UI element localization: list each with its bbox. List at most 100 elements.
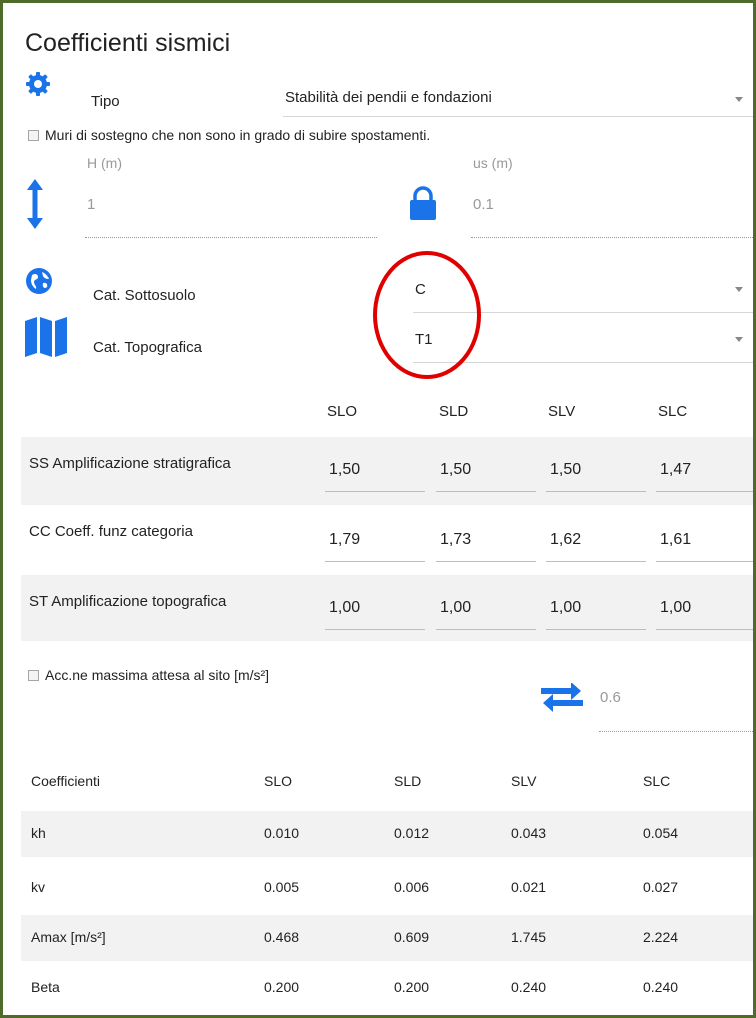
ss-slo-input[interactable]: 1,50 <box>325 455 425 492</box>
table-cell: 0.027 <box>643 879 679 895</box>
globe-icon <box>25 267 53 295</box>
acc-underline <box>599 731 753 732</box>
table-cell: 1.745 <box>511 929 547 945</box>
table-cell: 0.468 <box>264 929 300 945</box>
grid-row-label: CC Coeff. funz categoria <box>29 523 193 540</box>
acc-checkbox-label: Acc.ne massima attesa al sito [m/s²] <box>45 667 270 683</box>
grid-row-label: SS Amplificazione stratigrafica <box>29 455 231 472</box>
coeff-header: SLV <box>511 773 537 789</box>
cell-value: 1,47 <box>660 461 692 478</box>
cc-slo-input[interactable]: 1,79 <box>325 525 425 562</box>
acc-checkbox[interactable] <box>28 670 39 681</box>
table-row: kv 0.005 0.006 0.021 0.027 <box>21 857 753 903</box>
grid-header-slv: SLV <box>548 403 576 420</box>
cell-underline <box>656 629 753 630</box>
table-cell: 0.021 <box>511 879 547 895</box>
cell-value: 1,00 <box>440 599 472 616</box>
topografica-label: Cat. Topografica <box>93 339 202 356</box>
cell-value: 1,00 <box>550 599 582 616</box>
coeff-header: SLD <box>394 773 422 789</box>
grid-header-slo: SLO <box>327 403 358 420</box>
vertical-arrows-icon <box>27 179 43 229</box>
ss-slc-input[interactable]: 1,47 <box>656 455 753 492</box>
cell-underline <box>546 629 646 630</box>
table-row: Beta 0.200 0.200 0.240 0.240 <box>21 961 753 1011</box>
h-input[interactable]: 1 <box>85 183 377 239</box>
sottosuolo-label: Cat. Sottosuolo <box>93 287 196 304</box>
cc-slc-input[interactable]: 1,61 <box>656 525 753 562</box>
st-slo-input[interactable]: 1,00 <box>325 593 425 630</box>
us-label: us (m) <box>473 155 513 171</box>
cell-underline <box>436 491 536 492</box>
cell-underline <box>325 561 425 562</box>
chevron-down-icon <box>735 337 743 342</box>
us-value: 0.1 <box>473 196 494 213</box>
gear-icon <box>25 71 51 97</box>
chevron-down-icon <box>735 97 743 102</box>
acc-checkbox-row[interactable]: Acc.ne massima attesa al sito [m/s²] <box>25 667 345 685</box>
us-underline <box>471 237 753 238</box>
coeff-header: Coefficienti <box>31 773 101 789</box>
cell-value: 1,61 <box>660 531 692 548</box>
table-row: Amax [m/s²] 0.468 0.609 1.745 2.224 <box>21 915 753 961</box>
chevron-down-icon <box>735 287 743 292</box>
cell-value: 1,50 <box>329 461 361 478</box>
table-cell: 0.240 <box>643 979 679 995</box>
h-value: 1 <box>87 196 96 213</box>
st-slv-input[interactable]: 1,00 <box>546 593 646 630</box>
muri-checkbox-row[interactable]: Muri di sostegno che non sono in grado d… <box>25 127 645 145</box>
cell-underline <box>325 491 425 492</box>
cell-value: 1,00 <box>660 599 692 616</box>
swap-arrows-icon <box>541 683 583 713</box>
table-cell: kh <box>31 825 46 841</box>
coeff-header: SLC <box>643 773 671 789</box>
table-cell: Amax [m/s²] <box>31 929 106 945</box>
cell-value: 1,50 <box>550 461 582 478</box>
table-cell: 0.200 <box>264 979 300 995</box>
ss-slv-input[interactable]: 1,50 <box>546 455 646 492</box>
table-cell: kv <box>31 879 45 895</box>
cell-value: 1,00 <box>329 599 361 616</box>
table-cell: Beta <box>31 979 60 995</box>
table-cell: 0.200 <box>394 979 430 995</box>
cell-underline <box>656 491 753 492</box>
table-cell: 0.010 <box>264 825 300 841</box>
h-label: H (m) <box>87 155 122 171</box>
cell-underline <box>546 491 646 492</box>
acc-input[interactable]: 0.6 <box>599 679 753 733</box>
highlight-circle <box>371 249 483 381</box>
table-cell: 0.005 <box>264 879 300 895</box>
page-title: Coefficienti sismici <box>25 29 231 57</box>
tipo-value: Stabilità dei pendii e fondazioni <box>285 89 492 106</box>
cell-underline <box>436 561 536 562</box>
table-cell: 0.609 <box>394 929 430 945</box>
grid-header-sld: SLD <box>439 403 469 420</box>
coefficienti-sismici-panel: Coefficienti sismici Tipo Stabilità dei … <box>0 0 756 1018</box>
tipo-select[interactable]: Stabilità dei pendii e fondazioni <box>283 77 753 117</box>
muri-checkbox[interactable] <box>28 130 39 141</box>
ss-sld-input[interactable]: 1,50 <box>436 455 536 492</box>
st-sld-input[interactable]: 1,00 <box>436 593 536 630</box>
acc-value: 0.6 <box>600 689 621 706</box>
cell-value: 1,62 <box>550 531 582 548</box>
cell-underline <box>546 561 646 562</box>
cc-sld-input[interactable]: 1,73 <box>436 525 536 562</box>
table-cell: 0.012 <box>394 825 430 841</box>
tipo-underline <box>283 116 753 117</box>
grid-row-label: ST Amplificazione topografica <box>29 593 227 610</box>
tipo-label: Tipo <box>91 93 120 110</box>
coeff-header: SLO <box>264 773 293 789</box>
cell-value: 1,79 <box>329 531 361 548</box>
table-cell: 0.006 <box>394 879 430 895</box>
us-input[interactable]: 0.1 <box>471 183 753 239</box>
table-cell: 0.043 <box>511 825 547 841</box>
grid-header-slc: SLC <box>658 403 688 420</box>
muri-checkbox-label: Muri di sostegno che non sono in grado d… <box>45 127 431 143</box>
cell-underline <box>325 629 425 630</box>
lock-icon <box>409 185 437 221</box>
map-icon <box>25 317 67 357</box>
st-slc-input[interactable]: 1,00 <box>656 593 753 630</box>
table-cell: 0.054 <box>643 825 679 841</box>
h-underline <box>85 237 377 238</box>
cc-slv-input[interactable]: 1,62 <box>546 525 646 562</box>
